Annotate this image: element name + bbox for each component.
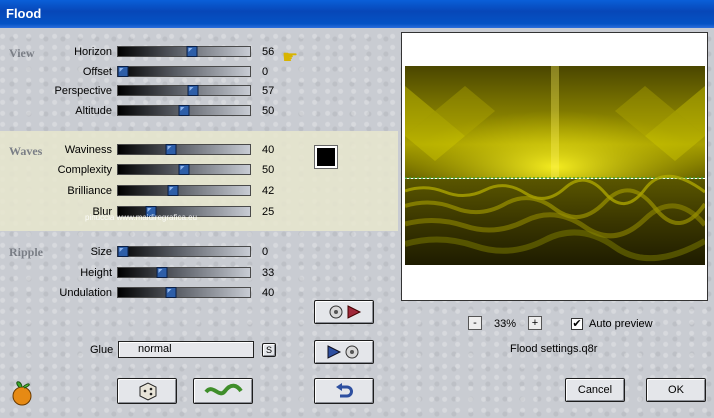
flood-dialog: Flood View Waves Ripple Horizon 56 Offse… — [0, 0, 714, 418]
slider-value: 0 — [262, 246, 269, 258]
slider-label: Waviness — [64, 144, 112, 156]
slider-label: Undulation — [59, 287, 112, 299]
fruit-logo-icon — [12, 381, 32, 406]
slider-label: Size — [90, 246, 112, 258]
undulation-slider[interactable] — [117, 287, 251, 298]
slider-label: Horizon — [74, 46, 112, 58]
slider-label: Altitude — [75, 105, 112, 117]
zoom-level: 33% — [494, 318, 517, 330]
glue-select[interactable]: normal — [118, 341, 254, 358]
wave-icon — [204, 383, 243, 396]
color-swatch[interactable] — [314, 145, 338, 169]
load-settings-button[interactable] — [314, 300, 374, 324]
slider-value: 50 — [262, 105, 275, 117]
slider-row-height: Height 33 — [0, 266, 300, 282]
slider-thumb[interactable] — [167, 185, 179, 196]
slider-row-perspective: Perspective 57 — [0, 84, 300, 100]
slider-thumb[interactable] — [165, 144, 177, 155]
slider-value: 40 — [262, 144, 275, 156]
slider-row-brilliance: Brilliance 42 — [0, 184, 300, 200]
slider-thumb[interactable] — [186, 46, 198, 57]
slider-thumb[interactable] — [156, 267, 168, 278]
glue-s-button[interactable]: S — [262, 343, 276, 357]
save-settings-button[interactable] — [314, 340, 374, 364]
glue-label: Glue — [90, 344, 114, 356]
disk-load-icon — [329, 305, 362, 319]
ok-button[interactable]: OK — [646, 378, 706, 402]
dice-icon — [139, 382, 157, 401]
slider-row-size: Size 0 — [0, 245, 300, 261]
slider-thumb[interactable] — [165, 287, 177, 298]
slider-value: 33 — [262, 267, 275, 279]
auto-preview-label: Auto preview — [589, 318, 653, 330]
slider-label: Perspective — [54, 85, 112, 97]
settings-filename: Flood settings.q8r — [510, 343, 598, 355]
slider-row-altitude: Altitude 50 — [0, 104, 300, 120]
slider-value: 50 — [262, 164, 275, 176]
slider-thumb[interactable] — [178, 105, 190, 116]
app-logo — [7, 378, 37, 408]
slider-value: 42 — [262, 185, 275, 197]
zoom-out-button[interactable]: - — [468, 316, 482, 330]
brilliance-slider[interactable] — [117, 185, 251, 196]
slider-row-offset: Offset 0 — [0, 65, 300, 81]
title-bar: Flood — [0, 0, 714, 28]
randomize-button[interactable] — [117, 378, 177, 404]
slider-thumb[interactable] — [117, 246, 129, 257]
offset-slider[interactable] — [117, 66, 251, 77]
slider-value: 25 — [262, 206, 275, 218]
height-slider[interactable] — [117, 267, 251, 278]
slider-value: 0 — [262, 66, 269, 78]
auto-preview-checkbox[interactable]: ✔ — [571, 318, 583, 330]
slider-label: Complexity — [57, 164, 112, 176]
slider-value: 57 — [262, 85, 275, 97]
slider-thumb[interactable] — [187, 85, 199, 96]
slider-label: Brilliance — [67, 185, 112, 197]
slider-thumb[interactable] — [117, 66, 129, 77]
reset-button[interactable] — [314, 378, 374, 404]
flood-preview-image — [405, 66, 705, 265]
pointing-hand-icon: ☛ — [282, 47, 299, 67]
slider-thumb[interactable] — [178, 164, 190, 175]
waviness-slider[interactable] — [117, 144, 251, 155]
slider-label: Height — [80, 267, 112, 279]
window-title: Flood — [6, 6, 42, 21]
slider-value: 40 — [262, 287, 275, 299]
zoom-in-button[interactable]: + — [528, 316, 542, 330]
slider-row-waviness: Waviness 40 — [0, 143, 300, 159]
perspective-slider[interactable] — [117, 85, 251, 96]
slider-row-horizon: Horizon 56 — [0, 45, 300, 61]
slider-row-undulation: Undulation 40 — [0, 286, 300, 302]
slider-row-complexity: Complexity 50 — [0, 163, 300, 179]
disk-save-icon — [327, 345, 359, 359]
slider-value: 56 — [262, 46, 275, 58]
wave-effect-button[interactable] — [193, 378, 253, 404]
altitude-slider[interactable] — [117, 105, 251, 116]
undo-arrow-icon — [336, 383, 353, 398]
cancel-button[interactable]: Cancel — [565, 378, 625, 402]
size-slider[interactable] — [117, 246, 251, 257]
slider-label: Offset — [82, 66, 112, 78]
complexity-slider[interactable] — [117, 164, 251, 175]
watermark: pinuccia www.maidiregrafica.eu — [85, 213, 198, 222]
preview-panel — [401, 32, 708, 301]
horizon-slider[interactable] — [117, 46, 251, 57]
